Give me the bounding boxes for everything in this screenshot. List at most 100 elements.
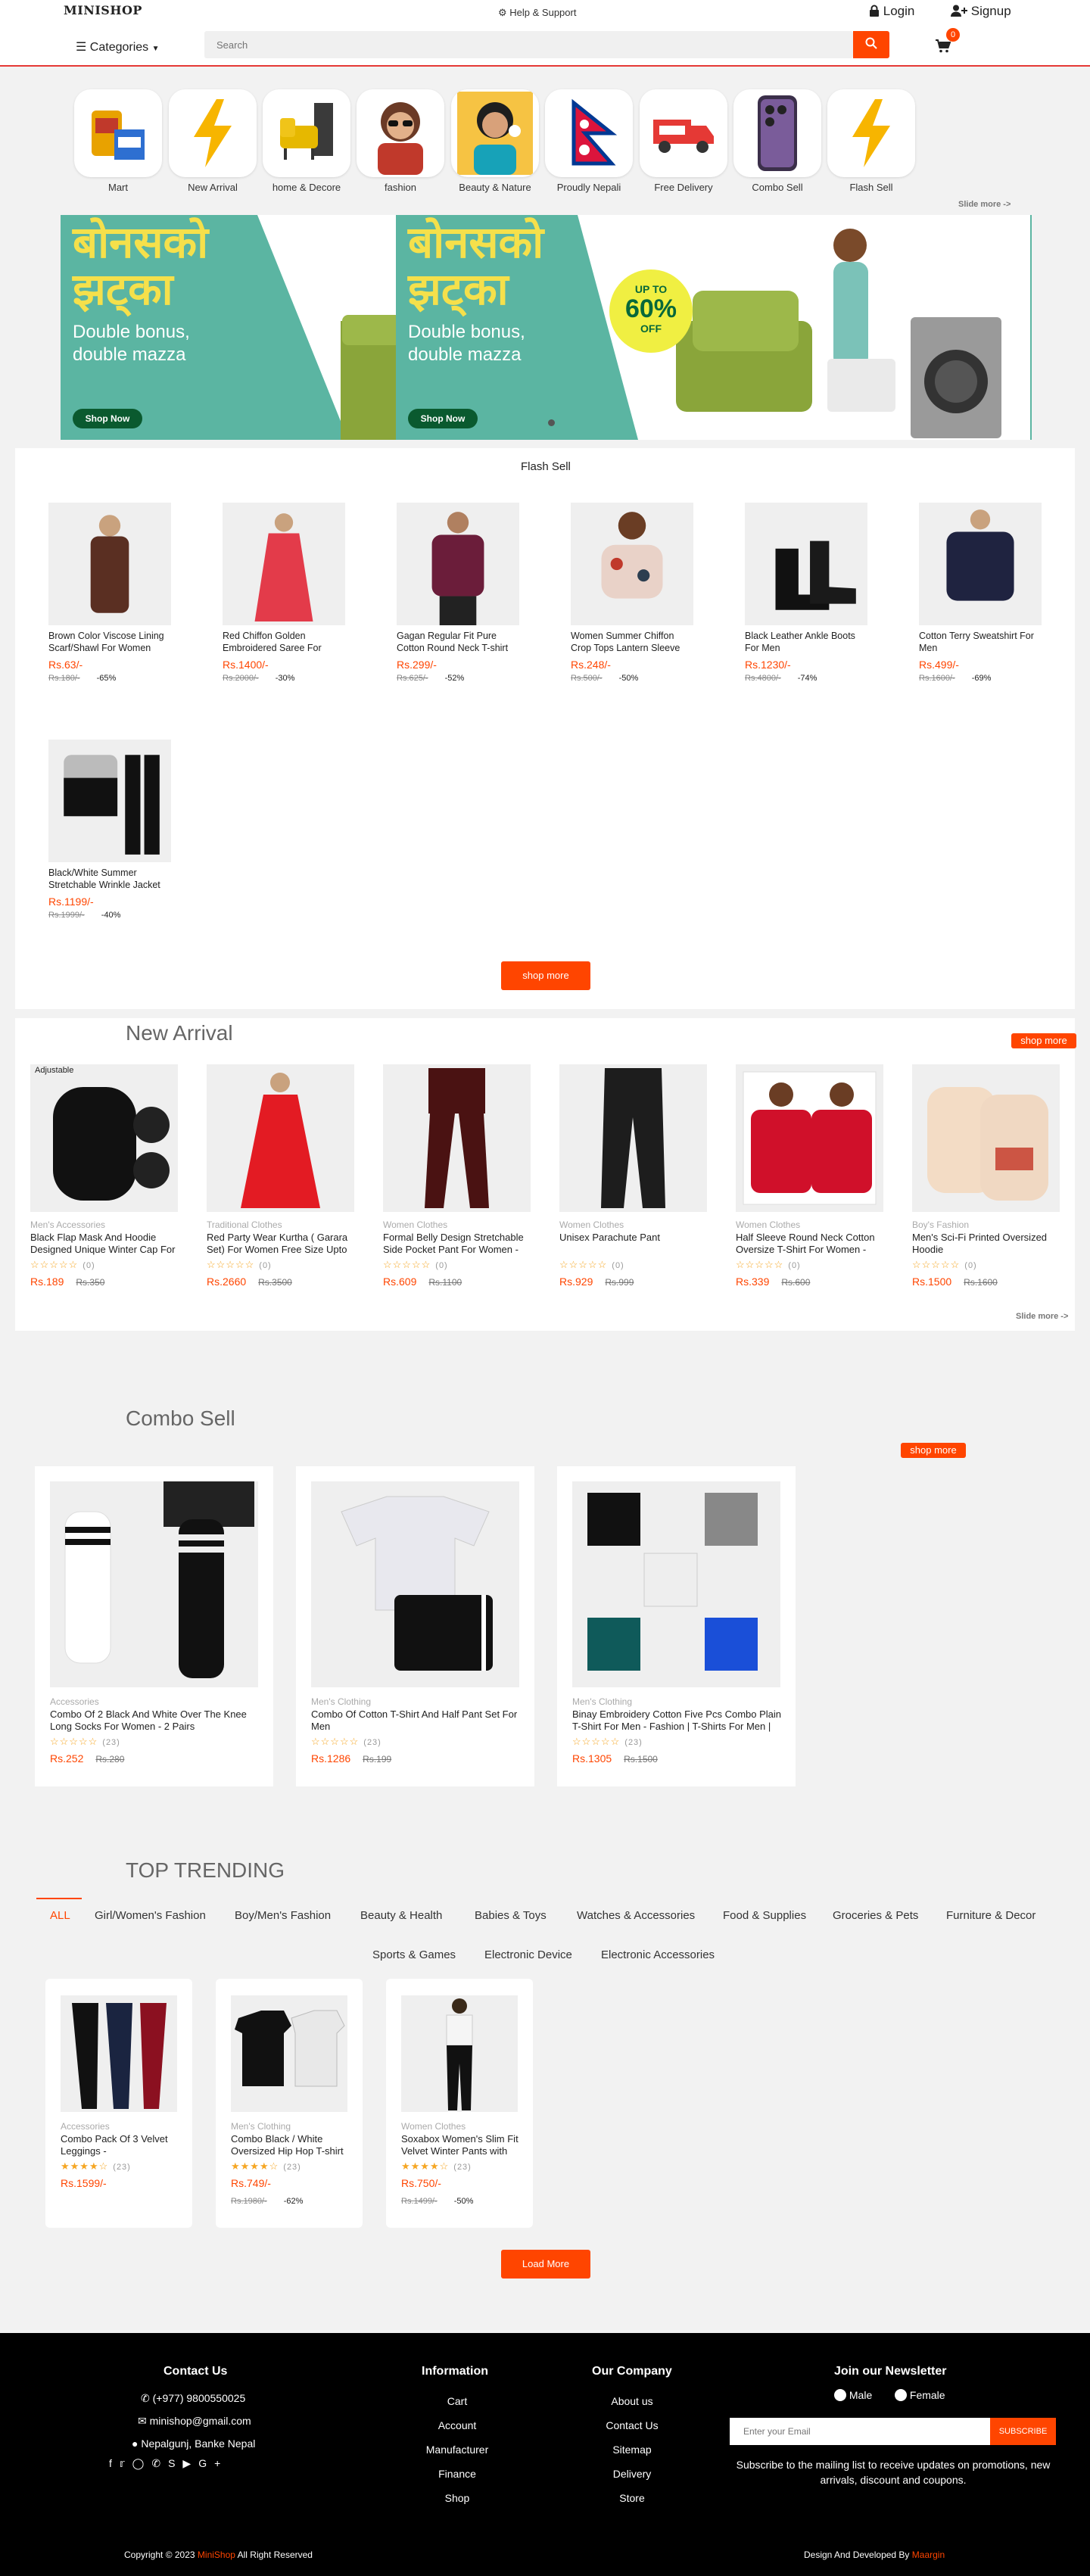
info-link-4[interactable]: Shop (412, 2486, 503, 2510)
product-image[interactable] (919, 503, 1042, 625)
facebook-icon[interactable]: f (109, 2457, 120, 2469)
product-image[interactable] (745, 503, 867, 625)
category-item-nepal-flag[interactable]: Proudly Nepali (544, 89, 634, 193)
product-name[interactable]: Combo Of Cotton T-Shirt And Half Pant Se… (311, 1709, 523, 1733)
new-arrival-card[interactable]: Women Clothes Formal Belly Design Stretch… (383, 1064, 531, 1288)
product-name[interactable]: Unisex Parachute Pant (559, 1232, 707, 1256)
banner-shop-now-button[interactable]: Shop Now (73, 409, 142, 428)
product-image[interactable] (572, 1481, 780, 1687)
category-item-lightning[interactable]: Flash Sell (827, 89, 916, 193)
product-name[interactable]: Women Summer Chiffon Crop Tops Lantern S… (571, 630, 693, 654)
google-plus-icon[interactable]: G+ (198, 2457, 228, 2469)
product-name[interactable]: Soxabox Women's Slim Fit Velvet Winter P… (401, 2133, 522, 2157)
slide-more-link[interactable]: Slide more -> (958, 200, 1011, 209)
flash-shop-more-button[interactable]: shop more (501, 961, 590, 990)
info-link-3[interactable]: Finance (412, 2462, 503, 2486)
new-arrival-card[interactable]: Boy's Fashion Men's Sci-Fi Printed Oversi… (912, 1064, 1060, 1288)
gender-male-radio[interactable]: Male (834, 2389, 872, 2401)
trending-tab-7[interactable]: Groceries & Pets (833, 1909, 918, 1922)
combo-shop-more-button[interactable]: shop more (901, 1443, 966, 1458)
trending-product-card[interactable]: Accessories Combo Pack Of 3 Velvet Leggin… (45, 1979, 192, 2228)
product-image[interactable] (397, 503, 519, 625)
product-image[interactable] (571, 503, 693, 625)
subscribe-button[interactable]: SUBSCRIBE (990, 2418, 1056, 2445)
product-image[interactable] (223, 503, 345, 625)
product-image[interactable] (48, 740, 171, 862)
trending-tab-5[interactable]: Watches & Accessories (577, 1909, 695, 1922)
flash-product-card[interactable]: Cotton Terry Sweatshirt For Men Rs.499/- R… (919, 503, 1042, 683)
instagram-icon[interactable]: ◯ (132, 2457, 152, 2469)
combo-product-card[interactable]: Men's Clothing Binay Embroidery Cotton Fi… (557, 1466, 796, 1786)
newsletter-email-input[interactable] (730, 2418, 990, 2445)
category-item-woman-sunglasses[interactable]: fashion (356, 89, 445, 193)
info-link-1[interactable]: Account (412, 2413, 503, 2437)
category-item-lightning[interactable]: New Arrival (168, 89, 257, 193)
youtube-icon[interactable]: ▶ (182, 2457, 198, 2469)
combo-product-card[interactable]: Accessories Combo Of 2 Black And White Ov… (35, 1466, 273, 1786)
product-name[interactable]: Combo Of 2 Black And White Over The Knee… (50, 1709, 262, 1733)
product-name[interactable]: Combo Black / White Oversized Hip Hop T-… (231, 2133, 352, 2157)
trending-tab-10[interactable]: Electronic Device (484, 1948, 572, 1961)
flash-product-card[interactable]: Black/White Summer Stretchable Wrinkle J… (48, 740, 171, 920)
product-name[interactable]: Black Leather Ankle Boots For Men (745, 630, 867, 654)
search-button[interactable] (853, 31, 889, 58)
company-link-3[interactable]: Delivery (587, 2462, 677, 2486)
company-link-4[interactable]: Store (587, 2486, 677, 2510)
gender-female-radio[interactable]: Female (895, 2389, 945, 2401)
product-name[interactable]: Binay Embroidery Cotton Five Pcs Combo P… (572, 1709, 784, 1733)
category-item-grocery[interactable]: Mart (73, 89, 163, 193)
trending-tab-3[interactable]: Beauty & Health (360, 1909, 442, 1922)
product-image[interactable] (311, 1481, 519, 1687)
trending-tab-8[interactable]: Furniture & Decor (946, 1909, 1036, 1922)
product-image[interactable] (50, 1481, 258, 1687)
product-name[interactable]: Red Party Wear Kurtha ( Garara Set) For … (207, 1232, 354, 1256)
flash-product-card[interactable]: Black Leather Ankle Boots For Men Rs.1230… (745, 503, 867, 683)
whatsapp-icon[interactable]: ✆ (151, 2457, 168, 2469)
trending-tab-6[interactable]: Food & Supplies (723, 1909, 806, 1922)
promo-banner-2[interactable]: बोनसको झट्का Double bonus, double mazza … (396, 215, 1030, 440)
trending-tab-2[interactable]: Boy/Men's Fashion (235, 1909, 331, 1922)
combo-product-card[interactable]: Men's Clothing Combo Of Cotton T-Shirt An… (296, 1466, 534, 1786)
new-arrival-shop-more-button[interactable]: shop more (1011, 1033, 1076, 1048)
product-name[interactable]: Gagan Regular Fit Pure Cotton Round Neck… (397, 630, 519, 654)
product-image[interactable] (383, 1064, 531, 1212)
site-logo[interactable]: MINISHOP (64, 3, 142, 17)
help-support-link[interactable]: ⚙ Help & Support (498, 7, 576, 19)
product-name[interactable]: Black Flap Mask And Hoodie Designed Uniq… (30, 1232, 178, 1256)
search-input[interactable] (204, 31, 853, 58)
trending-tab-4[interactable]: Babies & Toys (475, 1909, 547, 1922)
product-image[interactable] (207, 1064, 354, 1212)
trending-tab-1[interactable]: Girl/Women's Fashion (95, 1909, 206, 1922)
category-item-woman-beauty[interactable]: Beauty & Nature (450, 89, 540, 193)
contact-email[interactable]: ✉ minishop@gmail.com (138, 2415, 251, 2428)
new-arrival-card[interactable]: Adjustable Men's Accessories Black Flap Ma… (30, 1064, 178, 1288)
product-image[interactable] (559, 1064, 707, 1212)
product-image[interactable] (401, 1995, 518, 2112)
flash-product-card[interactable]: Brown Color Viscose Lining Scarf/Shawl F… (48, 503, 171, 683)
product-name[interactable]: Red Chiffon Golden Embroidered Saree For (223, 630, 345, 654)
product-image[interactable] (912, 1064, 1060, 1212)
flash-product-card[interactable]: Red Chiffon Golden Embroidered Saree For… (223, 503, 345, 683)
signup-link[interactable]: Signup (951, 4, 1011, 19)
product-name[interactable]: Brown Color Viscose Lining Scarf/Shawl F… (48, 630, 171, 654)
company-link-0[interactable]: About us (587, 2389, 677, 2413)
banner-shop-now-button[interactable]: Shop Now (408, 409, 478, 428)
new-arrival-card[interactable]: Women Clothes Unisex Parachute Pant ☆☆☆☆☆(… (559, 1064, 707, 1288)
product-name[interactable]: Men's Sci-Fi Printed Oversized Hoodie (912, 1232, 1060, 1256)
product-name[interactable]: Formal Belly Design Stretchable Side Poc… (383, 1232, 531, 1256)
product-image[interactable]: Adjustable (30, 1064, 178, 1212)
trending-product-card[interactable]: Men's Clothing Combo Black / White Oversi… (216, 1979, 363, 2228)
trending-tab-0[interactable]: ALL (50, 1909, 70, 1922)
info-link-2[interactable]: Manufacturer (412, 2437, 503, 2462)
info-link-0[interactable]: Cart (412, 2389, 503, 2413)
trending-tab-9[interactable]: Sports & Games (372, 1948, 456, 1961)
product-name[interactable]: Cotton Terry Sweatshirt For Men (919, 630, 1042, 654)
product-name[interactable]: Combo Pack Of 3 Velvet Leggings - (61, 2133, 182, 2157)
flash-product-card[interactable]: Gagan Regular Fit Pure Cotton Round Neck… (397, 503, 519, 683)
trending-tab-11[interactable]: Electronic Accessories (601, 1948, 715, 1961)
login-link[interactable]: Login (869, 4, 914, 19)
trending-product-card[interactable]: Women Clothes Soxabox Women's Slim Fit Ve… (386, 1979, 533, 2228)
twitter-icon[interactable]: 𝕣 (120, 2457, 132, 2469)
new-arrival-card[interactable]: Traditional Clothes Red Party Wear Kurtha… (207, 1064, 354, 1288)
new-arrival-card[interactable]: Women Clothes Half Sleeve Round Neck Cott… (736, 1064, 883, 1288)
